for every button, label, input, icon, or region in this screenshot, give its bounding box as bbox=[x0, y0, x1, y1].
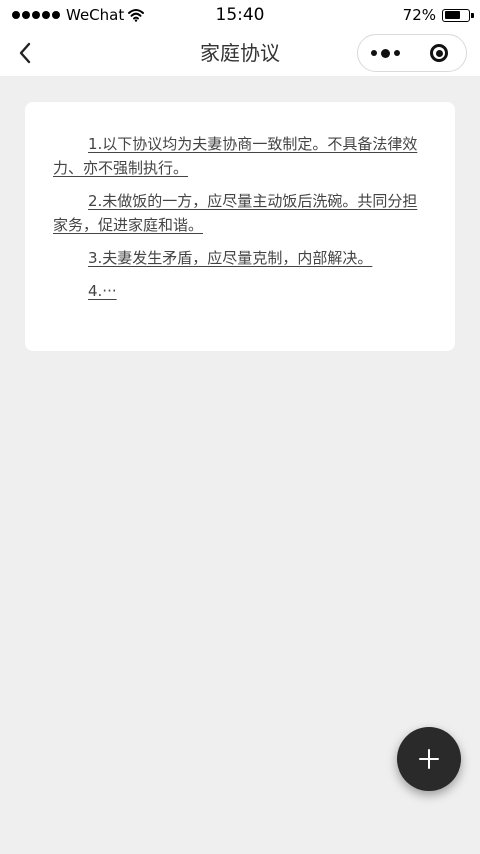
target-close-icon bbox=[430, 44, 448, 62]
chevron-left-icon bbox=[19, 42, 31, 64]
battery-percent: 72% bbox=[402, 6, 436, 24]
agreement-clause[interactable]: 4.··· bbox=[53, 279, 425, 303]
mini-program-capsule bbox=[357, 34, 467, 72]
agreement-clause[interactable]: 2.未做饭的一方，应尽量主动饭后洗碗。共同分担家务，促进家庭和谐。 bbox=[53, 189, 425, 237]
add-clause-button[interactable] bbox=[397, 727, 461, 791]
battery-icon bbox=[442, 8, 474, 22]
close-mini-program-button[interactable] bbox=[412, 35, 466, 71]
agreement-clause[interactable]: 1.以下协议均为夫妻协商一致制定。不具备法律效力、亦不强制执行。 bbox=[53, 132, 425, 180]
more-dots-icon bbox=[369, 48, 402, 58]
more-button[interactable] bbox=[358, 35, 412, 71]
back-button[interactable] bbox=[10, 38, 40, 68]
status-bar: WeChat 15:40 72% bbox=[0, 0, 480, 30]
agreement-card: 1.以下协议均为夫妻协商一致制定。不具备法律效力、亦不强制执行。 2.未做饭的一… bbox=[25, 102, 455, 351]
agreement-clause[interactable]: 3.夫妻发生矛盾，应尽量克制，内部解决。 bbox=[53, 246, 425, 270]
nav-bar: 家庭协议 bbox=[0, 30, 480, 76]
plus-icon bbox=[419, 749, 439, 769]
status-bar-right: 72% bbox=[402, 6, 474, 24]
